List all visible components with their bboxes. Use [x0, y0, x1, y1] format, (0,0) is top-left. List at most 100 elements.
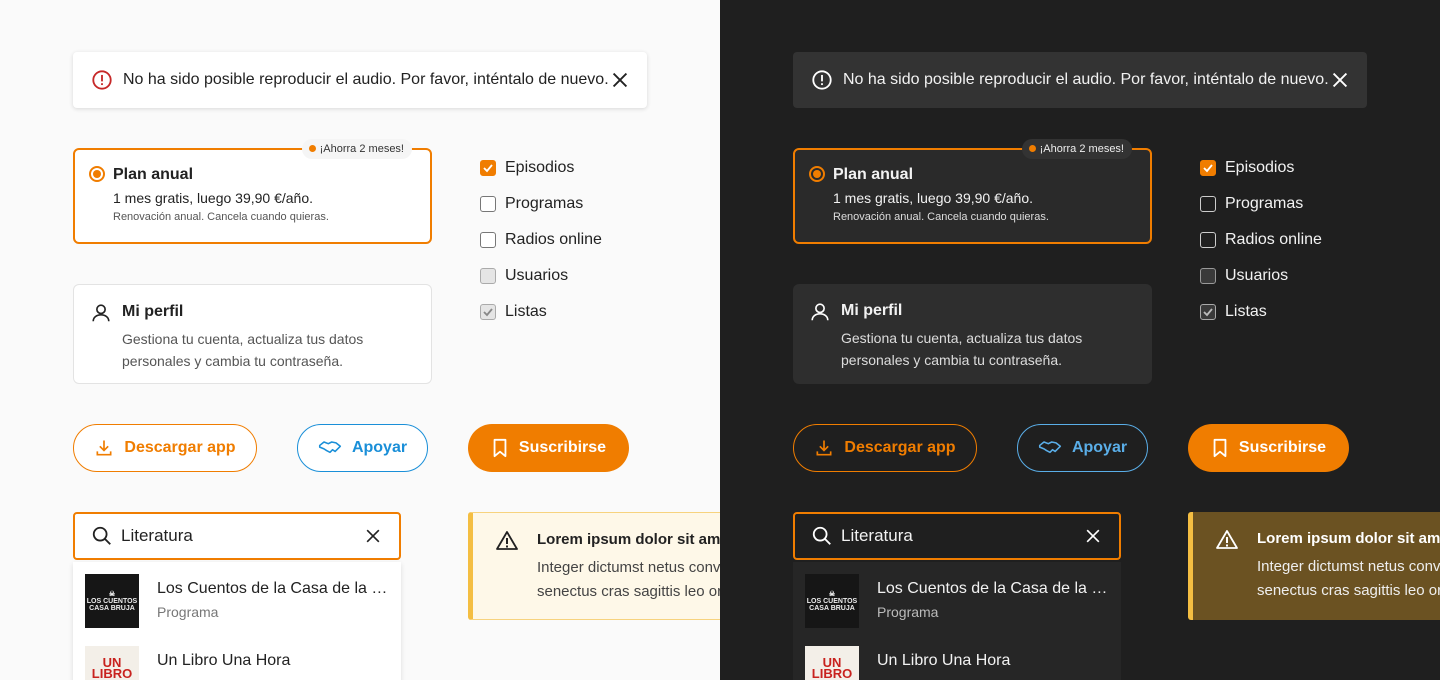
- checkbox-label: Programas: [1225, 195, 1304, 212]
- warning-icon: [1216, 530, 1238, 549]
- light-theme-panel: No ha sido posible reproducir el audio. …: [0, 0, 720, 680]
- subscribe-label: Suscribirse: [518, 439, 607, 456]
- search-icon: [92, 526, 111, 545]
- checkbox-box[interactable]: [1200, 268, 1216, 284]
- search-results: ☠ LOS CUENTOS CASA BRUJA Los Cuentos de la…: [73, 562, 401, 680]
- checkbox-box[interactable]: [480, 160, 496, 176]
- checkbox-episodios[interactable]: Episodios: [480, 150, 602, 186]
- warning-alert: Lorem ipsum dolor sit amet Integer dictu…: [1188, 512, 1440, 620]
- error-icon: [92, 70, 112, 90]
- result-name: Los Cuentos de la Casa de la Bruja: [877, 580, 1109, 597]
- checkbox-radios-online[interactable]: Radios online: [1200, 222, 1322, 258]
- plan-terms: Renovación anual. Cancela cuando quieras…: [833, 211, 1049, 223]
- checkbox-box[interactable]: [480, 268, 496, 284]
- checkbox-programas[interactable]: Programas: [1200, 186, 1322, 222]
- profile-card[interactable]: Mi perfil Gestiona tu cuenta, actualiza …: [793, 284, 1152, 384]
- search-icon: [812, 526, 831, 545]
- result-type: Programa: [877, 604, 939, 620]
- download-app-button[interactable]: Descargar app: [793, 424, 977, 472]
- checkbox-box[interactable]: [1200, 232, 1216, 248]
- cover-image: ☠ LOS CUENTOS CASA BRUJA: [805, 574, 859, 628]
- check-icon: [483, 308, 493, 317]
- support-label: Apoyar: [351, 439, 408, 456]
- cover-image: UNLIBROHORA: [85, 646, 139, 680]
- profile-card[interactable]: Mi perfil Gestiona tu cuenta, actualiza …: [73, 284, 432, 384]
- checkbox-box[interactable]: [1200, 304, 1216, 320]
- error-toast: No ha sido posible reproducir el audio. …: [73, 52, 647, 108]
- download-app-button[interactable]: Descargar app: [73, 424, 257, 472]
- checkbox-label: Usuarios: [1225, 267, 1289, 284]
- subscribe-button[interactable]: Suscribirse: [468, 424, 629, 472]
- checkbox-label: Listas: [505, 303, 547, 320]
- clear-icon[interactable]: [1083, 526, 1103, 546]
- alert-body-line1: Integer dictumst netus convallis: [537, 559, 720, 576]
- check-icon: [1203, 164, 1213, 173]
- search-input[interactable]: [841, 526, 1083, 546]
- list-item[interactable]: UNLIBROHORA Un Libro Una Hora: [73, 634, 401, 680]
- checkbox-usuarios[interactable]: Usuarios: [480, 258, 602, 294]
- result-type: Programa: [157, 604, 219, 620]
- checkbox-label: Radios online: [1225, 231, 1322, 248]
- filter-checkboxes: Episodios Programas Radios online Usuari…: [480, 150, 602, 330]
- plan-radio[interactable]: [89, 166, 105, 182]
- checkbox-box[interactable]: [480, 304, 496, 320]
- checkbox-box[interactable]: [480, 232, 496, 248]
- close-icon[interactable]: [1329, 69, 1351, 91]
- checkbox-box[interactable]: [1200, 160, 1216, 176]
- plan-card[interactable]: ¡Ahorra 2 meses! Plan anual 1 mes gratis…: [73, 139, 432, 244]
- checkbox-programas[interactable]: Programas: [480, 186, 602, 222]
- checkbox-label: Episodios: [1225, 159, 1295, 176]
- checkbox-label: Listas: [1225, 303, 1267, 320]
- savings-badge: ¡Ahorra 2 meses!: [1021, 139, 1132, 159]
- download-app-label: Descargar app: [844, 439, 956, 456]
- check-icon: [1203, 308, 1213, 317]
- subscribe-label: Suscribirse: [1238, 439, 1327, 456]
- close-icon[interactable]: [609, 69, 631, 91]
- support-label: Apoyar: [1071, 439, 1128, 456]
- checkbox-label: Programas: [505, 195, 584, 212]
- checkbox-episodios[interactable]: Episodios: [1200, 150, 1322, 186]
- alert-title: Lorem ipsum dolor sit amet: [1257, 530, 1440, 547]
- check-icon: [483, 164, 493, 173]
- checkbox-listas[interactable]: Listas: [1200, 294, 1322, 330]
- plan-radio[interactable]: [809, 166, 825, 182]
- checkbox-usuarios[interactable]: Usuarios: [1200, 258, 1322, 294]
- result-name: Los Cuentos de la Casa de la Bruja: [157, 580, 389, 597]
- filter-checkboxes: Episodios Programas Radios online Usuari…: [1200, 150, 1322, 330]
- handshake-icon: [318, 441, 341, 454]
- list-item[interactable]: UNLIBROHORA Un Libro Una Hora: [793, 634, 1121, 680]
- plan-terms: Renovación anual. Cancela cuando quieras…: [113, 211, 329, 223]
- plan-card[interactable]: ¡Ahorra 2 meses! Plan anual 1 mes gratis…: [793, 139, 1152, 244]
- profile-title: Mi perfil: [841, 302, 903, 319]
- toast-message: No ha sido posible reproducir el audio. …: [123, 71, 609, 88]
- search-input[interactable]: [121, 526, 363, 546]
- download-icon: [816, 440, 832, 456]
- checkbox-box[interactable]: [480, 196, 496, 212]
- alert-body-line2: senectus cras sagittis leo orci: [537, 583, 720, 600]
- alert-title: Lorem ipsum dolor sit amet: [537, 531, 720, 548]
- checkbox-listas[interactable]: Listas: [480, 294, 602, 330]
- user-icon: [92, 304, 110, 322]
- search-box: [73, 512, 401, 560]
- support-button[interactable]: Apoyar: [297, 424, 428, 472]
- user-icon: [811, 303, 829, 321]
- bookmark-icon: [1213, 438, 1227, 458]
- alert-body-line1: Integer dictumst netus convallis: [1257, 558, 1440, 575]
- checkbox-radios-online[interactable]: Radios online: [480, 222, 602, 258]
- checkbox-box[interactable]: [1200, 196, 1216, 212]
- warning-alert: Lorem ipsum dolor sit amet Integer dictu…: [468, 512, 720, 620]
- list-item[interactable]: ☠ LOS CUENTOS CASA BRUJA Los Cuentos de la…: [73, 562, 401, 634]
- list-item[interactable]: ☠ LOS CUENTOS CASA BRUJA Los Cuentos de la…: [793, 562, 1121, 634]
- download-app-label: Descargar app: [124, 439, 236, 456]
- dark-theme-panel: No ha sido posible reproducir el audio. …: [720, 0, 1440, 680]
- toast-message: No ha sido posible reproducir el audio. …: [843, 71, 1329, 88]
- subscribe-button[interactable]: Suscribirse: [1188, 424, 1349, 472]
- checkbox-label: Radios online: [505, 231, 602, 248]
- cover-image: UNLIBROHORA: [805, 646, 859, 680]
- plan-title: Plan anual: [833, 166, 914, 183]
- alert-body-line2: senectus cras sagittis leo orci: [1257, 582, 1440, 599]
- profile-description: Gestiona tu cuenta, actualiza tus datos …: [122, 331, 364, 369]
- clear-icon[interactable]: [363, 526, 383, 546]
- support-button[interactable]: Apoyar: [1017, 424, 1148, 472]
- handshake-icon: [1038, 441, 1061, 454]
